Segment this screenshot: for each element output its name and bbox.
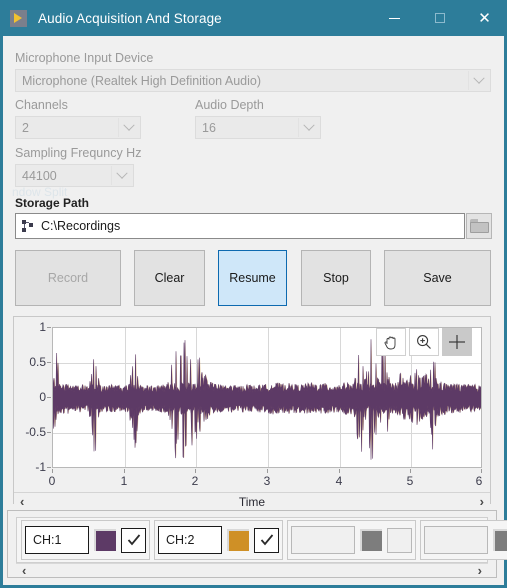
record-button-label: Record [47,271,89,285]
channels-label: Channels [15,98,68,112]
storage-path-label: Storage Path [15,196,90,210]
window-controls: ✕ [372,0,507,36]
folder-icon [469,218,489,234]
scroll-left-arrow-icon[interactable]: ‹ [14,494,30,509]
mic-device-value: Microphone (Realtek High Definition Audi… [22,73,262,88]
chevron-down-icon [111,166,132,185]
legend-empty2-color-swatch[interactable] [493,529,507,551]
audio-depth-label: Audio Depth [195,98,264,112]
legend-scroll-left-icon[interactable]: ‹ [16,563,32,578]
x-tick-6: 6 [475,474,483,488]
legend-empty1-checkbox[interactable] [387,527,412,553]
storage-path-value: C:\Recordings [41,219,121,233]
x-tick-5: 5 [406,474,414,488]
x-tick-1: 1 [120,474,128,488]
legend-scroll-right-icon[interactable]: › [472,563,488,578]
stop-button[interactable]: Stop [301,250,371,306]
legend-empty1-name[interactable] [291,526,355,554]
channels-value: 2 [22,120,29,135]
legend-scroll-row[interactable]: ‹ › [16,563,488,578]
close-icon[interactable]: ✕ [462,0,507,36]
legend-ch1-name[interactable]: CH:1 [25,526,89,554]
clear-button[interactable]: Clear [134,250,205,306]
browse-folder-button[interactable] [466,213,492,239]
x-axis-scroll-row[interactable]: ‹ Time › [14,492,490,510]
x-tick-0: 0 [48,474,56,488]
audio-depth-value: 16 [202,120,216,135]
crosshair-cursor-icon[interactable] [442,328,472,356]
mic-device-select[interactable]: Microphone (Realtek High Definition Audi… [15,69,491,92]
minimize-icon[interactable] [372,0,417,36]
legend-item-ch2[interactable]: CH:2 [154,520,283,560]
legend-empty1-color-swatch[interactable] [360,529,382,551]
y-tick-1: 1 [39,320,46,334]
y-tick-0: 0 [39,390,46,404]
legend-ch2-checkbox[interactable] [254,527,279,553]
labview-run-icon [10,9,27,27]
mic-device-label: Microphone Input Device [15,51,154,65]
stop-button-label: Stop [323,271,349,285]
chevron-down-icon [298,118,319,137]
storage-path-input[interactable]: C:\Recordings [15,213,465,239]
x-tick-2: 2 [191,474,199,488]
audio-depth-select[interactable]: 16 [195,116,321,139]
x-tick-4: 4 [335,474,343,488]
sampling-frequency-value: 44100 [22,168,57,183]
save-button[interactable]: Save [384,250,491,306]
window-title: Audio Acquisition And Storage [38,10,222,26]
y-tick-m1: -1 [35,460,46,474]
title-bar: Audio Acquisition And Storage ✕ [0,0,507,36]
x-axis-label: Time [238,494,266,509]
client-area: Microphone Input Device Microphone (Real… [3,36,507,585]
legend-item-empty-2[interactable] [420,520,507,560]
scroll-right-arrow-icon[interactable]: › [474,494,490,509]
legend-empty2-name[interactable] [424,526,488,554]
clear-button-label: Clear [154,271,185,285]
y-tick-0p5: 0.5 [29,355,46,369]
legend-ch1-checkbox[interactable] [121,527,146,553]
y-tick-m0p5: -0.5 [25,425,46,439]
waveform-graph[interactable]: 1 0.5 0 -0.5 -1 0 1 2 3 4 5 6 ‹ Time › [13,316,491,510]
pan-hand-icon[interactable] [376,328,406,356]
path-tree-icon [21,219,35,233]
resume-button[interactable]: Resume [218,250,287,306]
channel-legend-items: CH:1 CH:2 [16,517,507,563]
app-window: Audio Acquisition And Storage ✕ Micropho… [0,0,507,588]
sampling-frequency-label: Sampling Frequncy Hz [15,146,142,160]
x-tick-3: 3 [263,474,271,488]
legend-item-ch1[interactable]: CH:1 [21,520,150,560]
legend-item-empty-1[interactable] [287,520,416,560]
zoom-magnifier-icon[interactable] [409,328,439,356]
chevron-down-icon [468,71,489,90]
save-button-label: Save [423,271,452,285]
sampling-frequency-select[interactable]: 44100 [15,164,134,187]
resume-button-label: Resume [229,271,276,285]
legend-ch2-color-swatch[interactable] [227,529,249,551]
legend-ch2-name[interactable]: CH:2 [158,526,222,554]
maximize-icon[interactable] [417,0,462,36]
legend-ch1-color-swatch[interactable] [94,529,116,551]
record-button[interactable]: Record [15,250,121,306]
channel-legend: CH:1 CH:2 ‹ › [7,510,507,578]
chevron-down-icon [118,118,139,137]
channels-select[interactable]: 2 [15,116,141,139]
